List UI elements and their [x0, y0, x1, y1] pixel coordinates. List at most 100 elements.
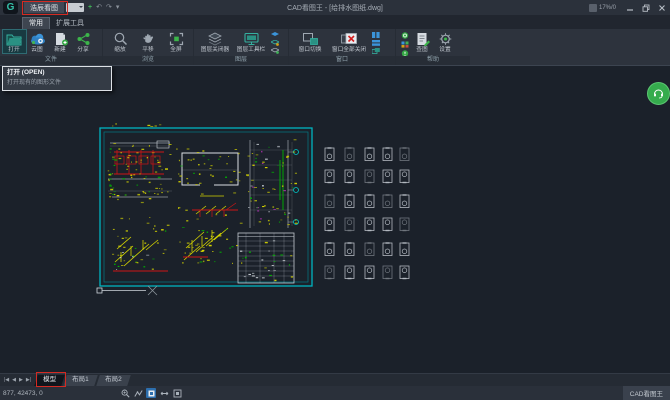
window-close-all-icon	[340, 31, 358, 46]
status-bar: 877, 42473, 0 CAD看图王	[0, 386, 670, 400]
update-icon[interactable]	[401, 32, 409, 39]
share-button[interactable]: 分享	[72, 30, 95, 53]
open-folder-icon	[6, 31, 23, 46]
tab-layout1[interactable]: 布局1	[63, 375, 97, 386]
cursor-coordinates: 877, 42473, 0	[0, 390, 43, 397]
magnifier-icon	[113, 31, 128, 46]
undo-icon[interactable]: ↶	[96, 4, 102, 11]
quick-access-selector[interactable]	[66, 3, 84, 12]
prev-sheet-icon[interactable]: ◀	[12, 378, 16, 383]
group-label-help: 帮助	[396, 56, 470, 65]
headset-icon	[653, 88, 664, 99]
tooltip-description: 打开现有的图形文件	[7, 80, 107, 86]
layer-lock-icon[interactable]	[271, 48, 279, 54]
tab-layout2[interactable]: 布局2	[96, 375, 130, 386]
tile-vertical-icon[interactable]	[372, 32, 380, 38]
fullscreen-button[interactable]: 全屏	[165, 30, 188, 53]
tab-home[interactable]: 常用	[22, 17, 50, 29]
app-logo-icon[interactable]: G	[3, 1, 18, 14]
layers-icon	[207, 31, 223, 46]
user-icon	[589, 4, 597, 12]
pan-button[interactable]: 平移	[137, 30, 160, 53]
window-switch-icon	[302, 31, 319, 46]
datum-symbol	[97, 286, 157, 295]
pan-horizontal-icon[interactable]	[159, 388, 169, 398]
ribbon-group-layer: 图层关闭器 图层工具栏 图层	[194, 29, 289, 65]
group-label-view: 浏览	[103, 56, 193, 65]
cloud-drawing-button[interactable]: 云图	[26, 30, 49, 53]
window-close-all-button[interactable]: 窗口全部关闭	[328, 30, 370, 53]
cloud-icon	[29, 31, 47, 46]
zoom-window-icon[interactable]	[120, 388, 130, 398]
group-label-window: 窗口	[289, 56, 395, 65]
user-account-chip[interactable]: 17%/0	[589, 4, 616, 12]
first-sheet-icon[interactable]: |◀	[4, 378, 9, 383]
drawing-review-button[interactable]: 查图	[411, 30, 434, 53]
layer-off-button[interactable]: 图层关闭器	[197, 30, 233, 53]
close-button[interactable]	[654, 0, 670, 15]
open-button[interactable]: 打开	[3, 30, 26, 53]
minimize-button[interactable]	[622, 0, 638, 15]
sheet-nav: |◀ ◀ ▶ ▶|	[0, 378, 36, 383]
iso-bottom-center	[183, 203, 238, 260]
user-status-text: 17%/0	[599, 5, 616, 11]
fullscreen-icon	[169, 31, 184, 46]
hand-icon	[141, 31, 155, 46]
qat-dropdown-icon[interactable]: ▾	[116, 4, 120, 11]
ribbon-group-help: 查图 设置 帮助	[396, 29, 470, 65]
last-sheet-icon[interactable]: ▶|	[26, 378, 31, 383]
sheet-tab-bar: |◀ ◀ ▶ ▶| 模型 布局1 布局2	[0, 373, 670, 387]
help-mini-buttons	[399, 30, 411, 57]
open-tooltip: 打开 (OPEN) 打开现有的图形文件	[2, 66, 112, 91]
ribbon-tab-strip: 常用 扩展工具	[0, 15, 670, 29]
window-title: CAD看图王 - [给排水图纸.dwg]	[287, 3, 383, 13]
restore-button[interactable]	[638, 0, 654, 15]
gear-icon	[438, 31, 453, 46]
share-icon	[76, 31, 91, 46]
app-menu-button[interactable]: 浩辰看图	[24, 2, 64, 13]
plan-top-center	[182, 153, 238, 196]
brand-badge: CAD看图王	[623, 386, 670, 400]
layer-on-icon[interactable]	[271, 32, 279, 38]
ribbon-group-file: 打开 云图 新建 分享 文件	[0, 29, 103, 65]
measure-icon[interactable]	[133, 388, 143, 398]
tile-horizontal-icon[interactable]	[372, 40, 380, 46]
group-label-file: 文件	[0, 56, 102, 65]
next-sheet-icon[interactable]: ▶	[19, 378, 23, 383]
annotation-text-specks	[108, 123, 298, 281]
background-toggle-icon[interactable]	[146, 388, 156, 398]
section-top-right	[250, 140, 299, 228]
tab-extended-tools[interactable]: 扩展工具	[50, 18, 90, 29]
quick-access-toolbar: + ↶ ↷ ▾	[88, 1, 119, 14]
new-file-icon	[53, 31, 69, 46]
zoom-extents-icon[interactable]	[172, 388, 182, 398]
apps-icon[interactable]	[401, 41, 409, 48]
add-icon[interactable]: +	[88, 4, 92, 11]
ribbon: 打开 云图 新建 分享 文件	[0, 29, 670, 66]
titlebar-right: 17%/0	[589, 0, 670, 15]
tooltip-title: 打开 (OPEN)	[7, 70, 107, 77]
zoom-button[interactable]: 缩放	[109, 30, 132, 53]
redo-icon[interactable]: ↷	[106, 4, 112, 11]
cascade-windows-icon[interactable]	[372, 48, 380, 54]
drawing-canvas[interactable]	[0, 65, 670, 373]
ribbon-group-window: 窗口切换 窗口全部关闭 窗口	[289, 29, 396, 65]
title-bar: G 浩辰看图 + ↶ ↷ ▾ CAD看图王 - [给排水图纸.dwg] 17%/…	[0, 0, 670, 15]
support-float-button[interactable]	[647, 82, 670, 105]
layer-mini-buttons	[269, 30, 281, 54]
settings-button[interactable]: 设置	[434, 30, 457, 53]
status-tools	[120, 388, 182, 398]
window-switch-button[interactable]: 窗口切换	[292, 30, 328, 53]
window-arrange-buttons	[370, 30, 382, 54]
layer-freeze-icon[interactable]	[271, 40, 279, 46]
cad-drawing	[0, 65, 670, 373]
application-window: G 浩辰看图 + ↶ ↷ ▾ CAD看图王 - [给排水图纸.dwg] 17%/…	[0, 0, 670, 400]
layer-toolbar-button[interactable]: 图层工具栏	[233, 30, 269, 53]
monitor-icon	[243, 31, 260, 46]
ribbon-group-view: 缩放 平移 全屏 浏览	[103, 29, 194, 65]
new-file-button[interactable]: 新建	[49, 30, 72, 53]
tab-model[interactable]: 模型	[34, 375, 65, 386]
document-edit-icon	[415, 31, 431, 46]
block-symbol-grid	[325, 148, 409, 279]
group-label-layer: 图层	[194, 56, 288, 65]
